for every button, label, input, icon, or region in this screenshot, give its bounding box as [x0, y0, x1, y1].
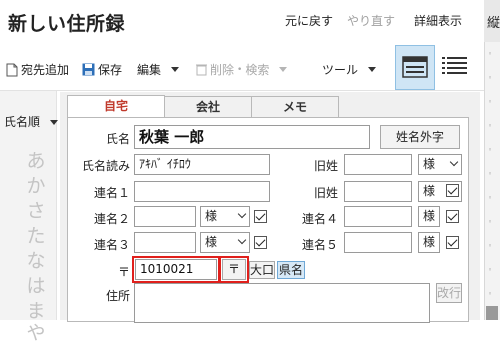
side-panel-markers: ◦ ◦ ◦ ◦ ◦ ◦ ◦ ◦ ◦ ◦ ◦: [486, 50, 498, 320]
svg-text:◦: ◦: [488, 266, 492, 274]
index-kana-ha[interactable]: は: [24, 271, 48, 298]
index-kana-sa[interactable]: さ: [24, 196, 48, 223]
old-surname-field[interactable]: [344, 154, 412, 175]
bullet-icon: •: [237, 64, 243, 75]
name-label: 氏名: [105, 132, 130, 146]
joint-name-2-label: 連名２: [93, 212, 130, 226]
address-field[interactable]: [134, 283, 430, 323]
name-field[interactable]: 秋葉 一郎: [134, 125, 370, 149]
name-external-char-button[interactable]: 姓名外字: [380, 125, 460, 149]
address-label: 住所: [105, 289, 130, 303]
honorific-select[interactable]: 様: [418, 154, 462, 175]
card-view-button[interactable]: [395, 45, 435, 90]
index-kana-ka[interactable]: か: [24, 171, 48, 198]
joint-name-1-label: 連名１: [93, 186, 130, 200]
honorific-value: 様: [423, 209, 436, 223]
reading-field[interactable]: ｱｷﾊﾞ ｲﾁﾛｳ: [134, 154, 270, 175]
svg-text:◦: ◦: [488, 170, 492, 178]
side-panel-title: 縦: [487, 16, 500, 31]
add-address-button[interactable]: 宛先追加: [6, 61, 69, 78]
list-view-icon: [442, 57, 467, 74]
joint-old-surname-field[interactable]: [344, 181, 412, 202]
joint-name-5-label: 連名５: [301, 238, 338, 252]
svg-text:◦: ◦: [488, 290, 492, 298]
new-document-icon: [6, 63, 18, 76]
edit-menu[interactable]: 編集: [137, 61, 180, 78]
chevron-down-icon: [171, 67, 180, 72]
joint-1-checkbox[interactable]: [446, 184, 459, 197]
chevron-down-icon: [279, 67, 288, 72]
delete-label: 削除: [210, 63, 235, 77]
svg-text:◦: ◦: [488, 218, 492, 226]
sort-order-label: 氏名順: [4, 115, 41, 129]
delete-button[interactable]: 削除: [196, 61, 234, 78]
trash-icon: [196, 64, 207, 76]
app-title: 新しい住所録: [8, 13, 126, 35]
chevron-down-icon: [237, 209, 247, 219]
honorific-value: 様: [423, 157, 436, 171]
search-menu[interactable]: • 検索: [237, 61, 288, 78]
joint-name-5-field[interactable]: [344, 232, 412, 253]
svg-text:◦: ◦: [488, 194, 492, 202]
list-view-button[interactable]: [436, 45, 474, 88]
chevron-down-icon: [449, 157, 459, 167]
prefecture-toggle-button[interactable]: 県名: [277, 261, 305, 279]
index-kana-a[interactable]: あ: [24, 146, 48, 173]
tools-label: ツール: [322, 63, 359, 77]
joint-4-checkbox[interactable]: [446, 210, 459, 223]
large-postal-button[interactable]: 大口: [249, 261, 275, 279]
joint-4-honorific-select[interactable]: 様: [418, 206, 440, 227]
joint-name-2-field[interactable]: [134, 206, 196, 227]
joint-name-4-field[interactable]: [344, 206, 412, 227]
edit-label: 編集: [137, 63, 162, 77]
joint-name-3-field[interactable]: [134, 232, 196, 253]
postal-search-button[interactable]: 〒: [222, 259, 246, 280]
undo-button[interactable]: 元に戻す: [285, 12, 333, 29]
svg-text:◦: ◦: [488, 146, 492, 154]
sort-order-dropdown[interactable]: 氏名順: [4, 113, 58, 130]
joint-5-honorific-select[interactable]: 様: [418, 232, 440, 253]
chevron-down-icon: [237, 235, 247, 245]
svg-text:◦: ◦: [488, 50, 492, 58]
save-label: 保存: [98, 63, 123, 77]
postal-code-field[interactable]: 1010021: [135, 259, 217, 280]
search-label: 検索: [245, 63, 270, 77]
joint-name-4-label: 連名４: [301, 212, 338, 226]
save-icon: [82, 63, 95, 76]
svg-text:◦: ◦: [488, 122, 492, 130]
index-kana-ya[interactable]: や: [24, 318, 48, 345]
honorific-value: 様: [205, 209, 218, 223]
redo-button[interactable]: やり直す: [347, 12, 395, 29]
detail-view-button[interactable]: 詳細表示: [414, 12, 462, 29]
svg-text:◦: ◦: [488, 98, 492, 106]
joint-5-checkbox[interactable]: [446, 236, 459, 249]
tab-memo[interactable]: メモ: [251, 96, 339, 117]
joint-3-checkbox[interactable]: [254, 236, 267, 249]
chevron-down-icon: [49, 120, 58, 125]
joint-2-checkbox[interactable]: [254, 210, 267, 223]
tools-menu[interactable]: ツール: [322, 61, 377, 78]
reading-label: 氏名読み: [81, 159, 130, 173]
index-kana-ta[interactable]: た: [24, 221, 48, 248]
add-address-label: 宛先追加: [21, 63, 70, 77]
old-surname-label-2: 旧姓: [313, 186, 338, 200]
joint-name-3-label: 連名３: [93, 238, 130, 252]
chevron-down-icon: [368, 67, 377, 72]
svg-text:◦: ◦: [488, 242, 492, 250]
card-view-icon: [402, 56, 428, 78]
honorific-value: 様: [423, 184, 436, 198]
tab-home[interactable]: 自宅: [67, 95, 165, 118]
postal-mark-label: 〒: [117, 265, 130, 279]
joint-3-honorific-select[interactable]: 様: [200, 232, 250, 253]
joint-name-1-field[interactable]: [134, 181, 270, 202]
svg-text:◦: ◦: [488, 74, 492, 82]
tab-work[interactable]: 会社: [164, 96, 252, 117]
old-surname-label: 旧姓: [313, 159, 338, 173]
index-kana-na[interactable]: な: [24, 246, 48, 273]
newline-button[interactable]: 改行: [436, 283, 462, 303]
honorific-value: 様: [205, 235, 218, 249]
save-button[interactable]: 保存: [82, 61, 122, 78]
honorific-value: 様: [423, 235, 436, 249]
joint-2-honorific-select[interactable]: 様: [200, 206, 250, 227]
